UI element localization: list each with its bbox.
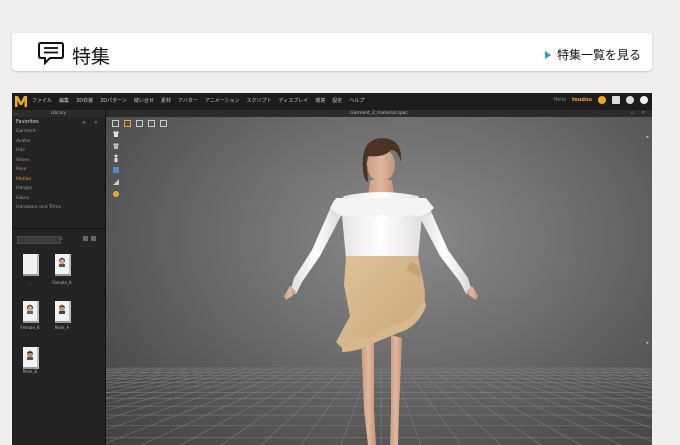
favorites-header: Favorites + ✕ (12, 117, 105, 126)
favorite-item-active[interactable]: Motion (16, 175, 105, 185)
garment-tool-icon[interactable] (112, 130, 120, 138)
3d-viewport[interactable]: Garment_2_material.zpac ▫ ✕ ▸ ▸ (106, 110, 652, 445)
favorites-label: Favorites (16, 119, 39, 125)
thumb-label: Female_A (52, 280, 72, 285)
pose-tool-icon[interactable] (112, 190, 120, 198)
notification-icon[interactable] (598, 96, 606, 104)
panel-dock-icon[interactable]: ▭ (14, 110, 18, 117)
avatar-thumbnail[interactable] (23, 301, 39, 323)
viewport-side-tools (112, 130, 120, 198)
avatar-thumbnail[interactable] (55, 301, 71, 323)
thumb-label: Male_A (54, 325, 70, 330)
user-greeting: Hello (553, 97, 567, 103)
folder-thumbnail[interactable] (23, 254, 39, 276)
favorite-item[interactable]: Hair (16, 146, 105, 156)
avatar-thumbnail[interactable] (55, 254, 71, 276)
library-header: ▭ Library (12, 110, 105, 117)
favorite-item[interactable]: Shoes (16, 156, 105, 166)
menu-right: Hello toudou (553, 96, 648, 104)
viewport-window-controls[interactable]: ▫ ✕ (631, 110, 648, 117)
feature-list-link[interactable]: 特集一覧を見る (544, 46, 641, 63)
menu-avatar[interactable]: アバター (178, 97, 198, 104)
app-logo-icon (15, 96, 27, 107)
favorite-item[interactable]: Pose (16, 165, 105, 175)
measure-tool-icon[interactable] (112, 178, 120, 186)
feature-list-link-label: 特集一覧を見る (556, 48, 641, 62)
search-icon[interactable]: ⌕ (60, 236, 63, 242)
avatar-model[interactable] (106, 110, 652, 445)
menu-environment[interactable]: 環境 (315, 97, 325, 104)
thumb-label: Male_B (22, 369, 38, 374)
user-name[interactable]: toudou (572, 97, 592, 103)
menu-script[interactable]: スクリプト (247, 97, 272, 104)
triangle-right-icon (544, 50, 551, 59)
favorite-item[interactable]: Hardware and Trims (16, 203, 105, 213)
menu-material[interactable]: 素材 (161, 97, 171, 104)
favorites-list: Garment Avatar Hair Shoes Pose Motion Ha… (12, 127, 105, 213)
menu-file[interactable]: ファイル (32, 97, 52, 104)
speech-bubble-icon (38, 42, 64, 65)
thumb-label: Female_B (20, 325, 40, 330)
favorites-controls[interactable]: + ✕ (82, 118, 101, 129)
select-tool-icon[interactable] (112, 120, 119, 127)
menu-animation[interactable]: アニメーション (205, 97, 240, 104)
box-select-icon[interactable] (136, 120, 143, 127)
menu-items: ファイル 編集 3D衣装 2Dパターン 縫い合せ 素材 アバター アニメーション… (32, 97, 364, 104)
user-icon[interactable] (626, 96, 634, 104)
favorite-item[interactable]: Hanger (16, 184, 105, 194)
viewport-title-bar: Garment_2_material.zpac ▫ ✕ (106, 110, 652, 117)
transform-tool-icon[interactable] (160, 120, 167, 127)
viewport-toolbar (112, 120, 167, 127)
thumb-label: .. (28, 280, 32, 285)
menu-help[interactable]: ヘルプ (349, 97, 364, 104)
female-face-icon (59, 257, 65, 267)
menu-3d-garment[interactable]: 3D衣装 (76, 97, 93, 104)
feature-header: 特集 特集一覧を見る (12, 33, 652, 71)
viewport-filename: Garment_2_material.zpac (350, 111, 408, 116)
menu-2d-pattern[interactable]: 2Dパターン (100, 97, 127, 104)
library-title: Library (50, 111, 67, 116)
menu-edit[interactable]: 編集 (59, 97, 69, 104)
screen-icon[interactable] (612, 96, 620, 104)
favorite-item[interactable]: Fabric (16, 194, 105, 204)
menu-display[interactable]: ディスプレイ (279, 97, 309, 104)
menu-bar: ファイル 編集 3D衣装 2Dパターン 縫い合せ 素材 アバター アニメーション… (12, 93, 652, 111)
library-panel: ▭ Library Favorites + ✕ Garment Avatar H… (12, 110, 106, 445)
help-icon[interactable] (640, 96, 648, 104)
pattern-tool-icon[interactable] (112, 166, 120, 174)
move-tool-icon[interactable] (124, 120, 131, 127)
library-divider (12, 228, 105, 229)
grid-view-icon[interactable] (91, 236, 96, 241)
favorite-item[interactable]: Avatar (16, 137, 105, 147)
menu-settings[interactable]: 設定 (332, 97, 342, 104)
app-screenshot: ファイル 編集 3D衣装 2Dパターン 縫い合せ 素材 アバター アニメーション… (12, 93, 652, 445)
male-face-icon (27, 350, 33, 360)
female-face-icon (27, 304, 33, 314)
menu-sewing[interactable]: 縫い合せ (134, 97, 154, 104)
avatar-thumbnail[interactable] (23, 347, 39, 369)
shirt-tool-icon[interactable] (112, 142, 120, 150)
collapse-arrow-icon[interactable]: ▸ (646, 134, 649, 140)
feature-title: 特集 (72, 46, 111, 68)
avatar-tool-icon[interactable] (112, 154, 120, 162)
list-view-icon[interactable] (83, 236, 88, 241)
library-search-input[interactable] (17, 236, 61, 244)
male-face-icon (59, 304, 65, 314)
lasso-select-icon[interactable] (148, 120, 155, 127)
collapse-arrow-icon[interactable]: ▸ (646, 340, 649, 346)
view-toggle (83, 236, 96, 241)
